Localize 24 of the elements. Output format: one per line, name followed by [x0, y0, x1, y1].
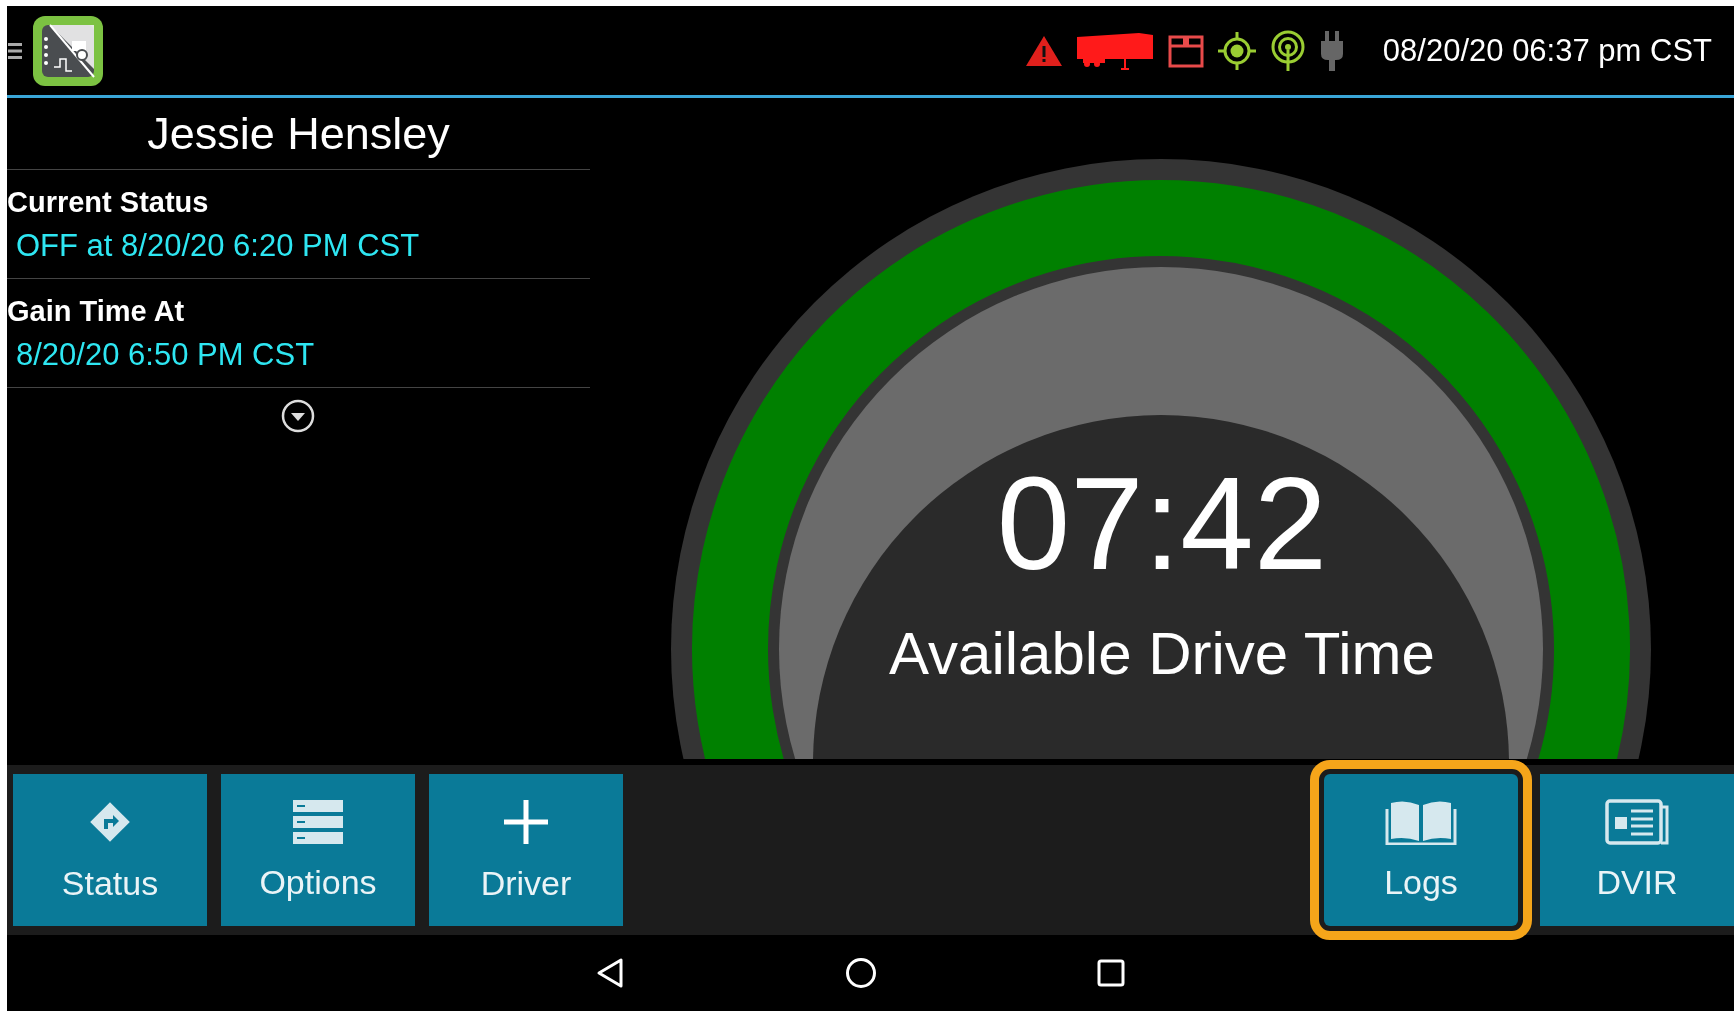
date-time: 08/20/20 06:37 pm CST [1382, 32, 1712, 69]
drive-time: 07:42 [996, 458, 1328, 590]
toolbar-button[interactable]: Driver [429, 774, 623, 926]
plug-icon [1318, 29, 1345, 72]
recents-icon[interactable] [1096, 959, 1125, 987]
document-icon [1605, 798, 1669, 845]
driver-name: Jessie Hensley [7, 98, 590, 170]
toolbar-button[interactable]: DVIR [1540, 774, 1734, 926]
info-label: Current Status [7, 186, 210, 219]
toolbar-button[interactable]: Logs [1310, 760, 1532, 940]
drive-time-caption: Available Drive Time [889, 624, 1435, 684]
toolbar-button[interactable]: Status [13, 774, 207, 926]
list-icon [292, 798, 344, 845]
book-icon [1385, 798, 1457, 845]
app-logo-icon[interactable] [32, 14, 104, 87]
gps-icon [1216, 30, 1257, 71]
home-icon[interactable] [844, 957, 877, 989]
info-value: 8/20/20 6:50 PM CST [16, 337, 316, 373]
warning-icon [1024, 34, 1063, 67]
plus-icon [502, 797, 550, 846]
info-label: Gain Time At [7, 295, 186, 328]
info-value: OFF at 8/20/20 6:20 PM CST [16, 228, 421, 264]
toolbar-button[interactable]: Options [221, 774, 415, 926]
expand-down-icon[interactable] [279, 398, 316, 434]
